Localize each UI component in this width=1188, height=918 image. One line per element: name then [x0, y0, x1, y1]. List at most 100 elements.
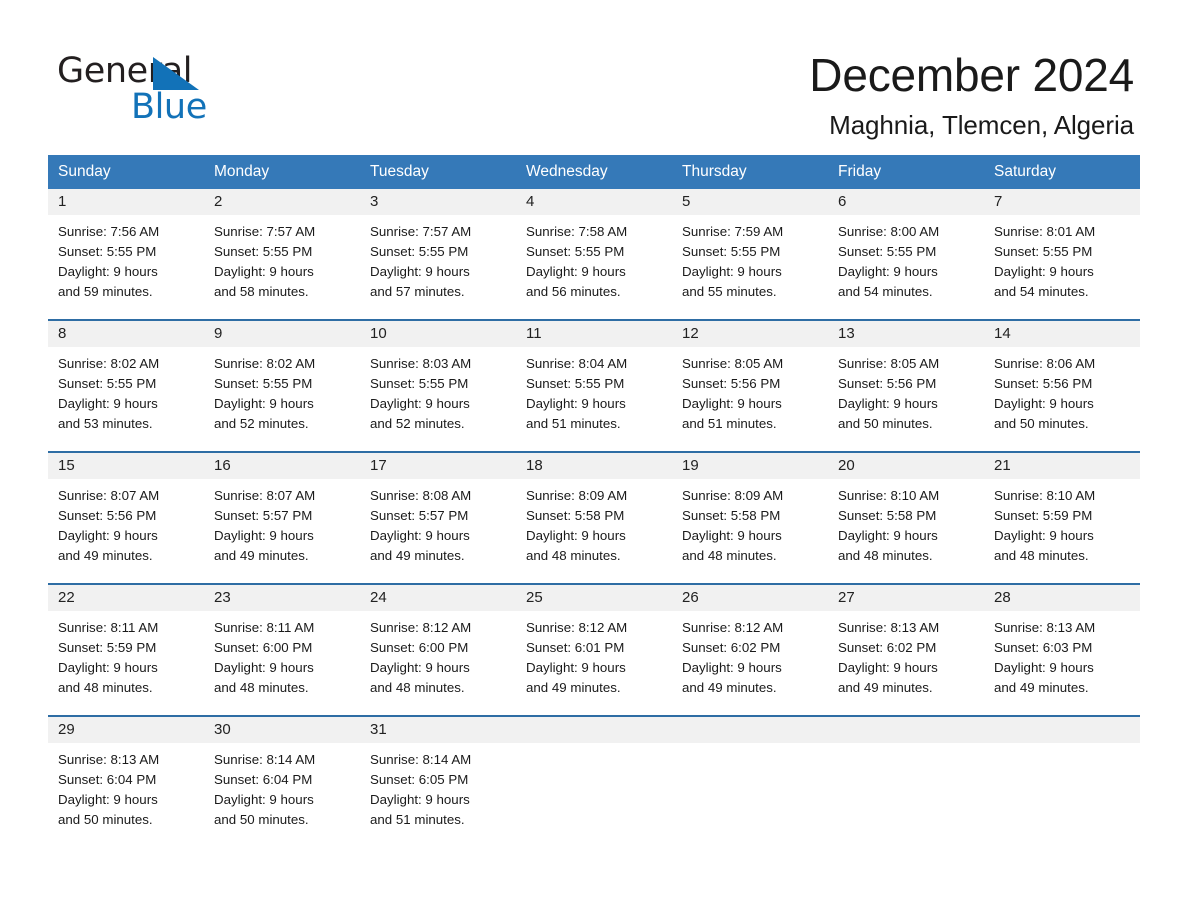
- sunset-text: Sunset: 5:56 PM: [682, 376, 781, 391]
- day-number-band: [672, 717, 828, 743]
- calendar-day-cell[interactable]: 24 Sunrise: 8:12 AM Sunset: 6:00 PM Dayligh…: [360, 585, 516, 706]
- calendar-day-cell[interactable]: 5 Sunrise: 7:59 AM Sunset: 5:55 PM Daylight…: [672, 189, 828, 310]
- day-info: Sunrise: 8:02 AM Sunset: 5:55 PM Daylight:…: [48, 347, 204, 434]
- calendar-day-cell[interactable]: 27 Sunrise: 8:13 AM Sunset: 6:02 PM Dayligh…: [828, 585, 984, 706]
- day-number-band: 7: [984, 189, 1140, 215]
- daylight-text-line1: Daylight: 9 hours: [994, 528, 1094, 543]
- sunset-text: Sunset: 6:01 PM: [526, 640, 625, 655]
- sunset-text: Sunset: 5:58 PM: [682, 508, 781, 523]
- daylight-text-line2: and 48 minutes.: [58, 680, 153, 695]
- calendar-day-cell[interactable]: 30 Sunrise: 8:14 AM Sunset: 6:04 PM Dayligh…: [204, 717, 360, 838]
- daylight-text-line1: Daylight: 9 hours: [214, 264, 314, 279]
- day-number-band: 3: [360, 189, 516, 215]
- day-number: 27: [838, 589, 855, 606]
- calendar-grid: Sunday Monday Tuesday Wednesday Thursday…: [48, 155, 1140, 838]
- weekday-header-friday: Friday: [838, 163, 882, 180]
- sunrise-text: Sunrise: 7:58 AM: [526, 224, 628, 239]
- sunset-text: Sunset: 5:57 PM: [370, 508, 469, 523]
- calendar-day-cell[interactable]: 26 Sunrise: 8:12 AM Sunset: 6:02 PM Dayligh…: [672, 585, 828, 706]
- daylight-text-line2: and 55 minutes.: [682, 284, 777, 299]
- daylight-text-line1: Daylight: 9 hours: [682, 660, 782, 675]
- calendar-day-cell[interactable]: 13 Sunrise: 8:05 AM Sunset: 5:56 PM Dayligh…: [828, 321, 984, 442]
- sunset-text: Sunset: 5:57 PM: [214, 508, 313, 523]
- calendar-day-cell[interactable]: 16 Sunrise: 8:07 AM Sunset: 5:57 PM Dayligh…: [204, 453, 360, 574]
- calendar-day-cell[interactable]: 11 Sunrise: 8:04 AM Sunset: 5:55 PM Dayligh…: [516, 321, 672, 442]
- sunset-text: Sunset: 5:55 PM: [526, 244, 625, 259]
- calendar-day-cell[interactable]: 12 Sunrise: 8:05 AM Sunset: 5:56 PM Dayligh…: [672, 321, 828, 442]
- calendar-day-cell[interactable]: 1 Sunrise: 7:56 AM Sunset: 5:55 PM Daylight…: [48, 189, 204, 310]
- general-blue-logo: General Blue: [57, 50, 257, 127]
- day-number-band: 8: [48, 321, 204, 347]
- daylight-text-line1: Daylight: 9 hours: [370, 792, 470, 807]
- calendar-day-cell[interactable]: 21 Sunrise: 8:10 AM Sunset: 5:59 PM Dayligh…: [984, 453, 1140, 574]
- day-number: 12: [682, 325, 699, 342]
- day-number: 31: [370, 721, 387, 738]
- daylight-text-line2: and 50 minutes.: [838, 416, 933, 431]
- day-info: Sunrise: 7:59 AM Sunset: 5:55 PM Daylight:…: [672, 215, 828, 302]
- calendar-day-cell[interactable]: 25 Sunrise: 8:12 AM Sunset: 6:01 PM Dayligh…: [516, 585, 672, 706]
- calendar-day-cell[interactable]: 18 Sunrise: 8:09 AM Sunset: 5:58 PM Dayligh…: [516, 453, 672, 574]
- calendar-day-cell[interactable]: 8 Sunrise: 8:02 AM Sunset: 5:55 PM Daylight…: [48, 321, 204, 442]
- day-number-band: 24: [360, 585, 516, 611]
- daylight-text-line1: Daylight: 9 hours: [370, 396, 470, 411]
- calendar-day-cell[interactable]: 19 Sunrise: 8:09 AM Sunset: 5:58 PM Dayligh…: [672, 453, 828, 574]
- day-number: 1: [58, 193, 67, 210]
- day-number-band: 6: [828, 189, 984, 215]
- sunset-text: Sunset: 6:03 PM: [994, 640, 1093, 655]
- day-number: 26: [682, 589, 699, 606]
- daylight-text-line1: Daylight: 9 hours: [994, 264, 1094, 279]
- sunrise-text: Sunrise: 8:04 AM: [526, 356, 628, 371]
- day-number-band: 14: [984, 321, 1140, 347]
- day-number: 21: [994, 457, 1011, 474]
- day-number-band: 1: [48, 189, 204, 215]
- daylight-text-line2: and 50 minutes.: [994, 416, 1089, 431]
- day-number-band: 21: [984, 453, 1140, 479]
- calendar-day-cell[interactable]: 20 Sunrise: 8:10 AM Sunset: 5:58 PM Dayligh…: [828, 453, 984, 574]
- calendar-day-cell[interactable]: 22 Sunrise: 8:11 AM Sunset: 5:59 PM Dayligh…: [48, 585, 204, 706]
- calendar-day-cell[interactable]: 6 Sunrise: 8:00 AM Sunset: 5:55 PM Daylight…: [828, 189, 984, 310]
- calendar-day-cell[interactable]: 17 Sunrise: 8:08 AM Sunset: 5:57 PM Dayligh…: [360, 453, 516, 574]
- sunrise-text: Sunrise: 8:07 AM: [58, 488, 160, 503]
- calendar-day-cell[interactable]: 3 Sunrise: 7:57 AM Sunset: 5:55 PM Daylight…: [360, 189, 516, 310]
- sunrise-text: Sunrise: 8:03 AM: [370, 356, 472, 371]
- day-info: Sunrise: 7:58 AM Sunset: 5:55 PM Daylight:…: [516, 215, 672, 302]
- calendar-day-cell[interactable]: 10 Sunrise: 8:03 AM Sunset: 5:55 PM Dayligh…: [360, 321, 516, 442]
- day-number: 7: [994, 193, 1003, 210]
- day-info: Sunrise: 8:09 AM Sunset: 5:58 PM Daylight:…: [672, 479, 828, 566]
- daylight-text-line1: Daylight: 9 hours: [370, 264, 470, 279]
- sunrise-text: Sunrise: 8:11 AM: [214, 620, 315, 635]
- calendar-day-cell-empty: [672, 717, 828, 838]
- calendar-day-cell[interactable]: 2 Sunrise: 7:57 AM Sunset: 5:55 PM Daylight…: [204, 189, 360, 310]
- daylight-text-line1: Daylight: 9 hours: [994, 660, 1094, 675]
- daylight-text-line1: Daylight: 9 hours: [838, 528, 938, 543]
- sunset-text: Sunset: 5:55 PM: [682, 244, 781, 259]
- calendar-day-cell[interactable]: 23 Sunrise: 8:11 AM Sunset: 6:00 PM Dayligh…: [204, 585, 360, 706]
- day-number: 23: [214, 589, 231, 606]
- calendar-day-cell[interactable]: 15 Sunrise: 8:07 AM Sunset: 5:56 PM Dayligh…: [48, 453, 204, 574]
- calendar-day-cell[interactable]: 4 Sunrise: 7:58 AM Sunset: 5:55 PM Daylight…: [516, 189, 672, 310]
- daylight-text-line2: and 49 minutes.: [526, 680, 621, 695]
- day-number: 15: [58, 457, 75, 474]
- sunset-text: Sunset: 5:56 PM: [58, 508, 157, 523]
- day-number: 5: [682, 193, 691, 210]
- day-number-band: 19: [672, 453, 828, 479]
- day-info: Sunrise: 7:57 AM Sunset: 5:55 PM Daylight:…: [204, 215, 360, 302]
- daylight-text-line2: and 54 minutes.: [994, 284, 1089, 299]
- calendar-week-row: 29 Sunrise: 8:13 AM Sunset: 6:04 PM Dayligh…: [48, 715, 1140, 838]
- day-info: [516, 743, 672, 750]
- calendar-day-cell[interactable]: 29 Sunrise: 8:13 AM Sunset: 6:04 PM Dayligh…: [48, 717, 204, 838]
- calendar-day-cell[interactable]: 28 Sunrise: 8:13 AM Sunset: 6:03 PM Dayligh…: [984, 585, 1140, 706]
- day-info: Sunrise: 8:13 AM Sunset: 6:03 PM Daylight:…: [984, 611, 1140, 698]
- calendar-day-cell[interactable]: 9 Sunrise: 8:02 AM Sunset: 5:55 PM Daylight…: [204, 321, 360, 442]
- weekday-header-monday: Monday: [214, 163, 270, 180]
- calendar-day-cell[interactable]: 31 Sunrise: 8:14 AM Sunset: 6:05 PM Dayligh…: [360, 717, 516, 838]
- sunrise-text: Sunrise: 7:56 AM: [58, 224, 160, 239]
- calendar-day-cell[interactable]: 14 Sunrise: 8:06 AM Sunset: 5:56 PM Dayligh…: [984, 321, 1140, 442]
- calendar-day-cell[interactable]: 7 Sunrise: 8:01 AM Sunset: 5:55 PM Daylight…: [984, 189, 1140, 310]
- sunrise-text: Sunrise: 7:57 AM: [214, 224, 316, 239]
- sunrise-text: Sunrise: 8:13 AM: [58, 752, 160, 767]
- sunset-text: Sunset: 6:00 PM: [370, 640, 469, 655]
- daylight-text-line1: Daylight: 9 hours: [214, 792, 314, 807]
- daylight-text-line1: Daylight: 9 hours: [526, 660, 626, 675]
- daylight-text-line1: Daylight: 9 hours: [682, 528, 782, 543]
